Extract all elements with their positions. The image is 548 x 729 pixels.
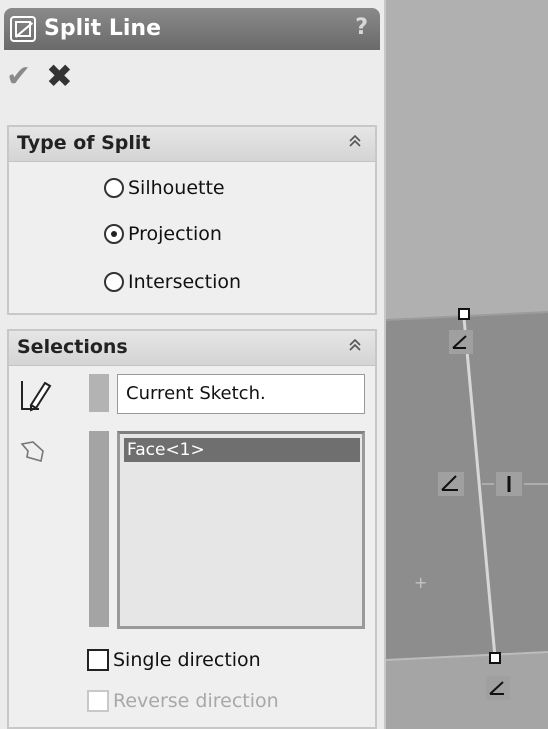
reverse-direction-option: Reverse direction [87,687,279,715]
radio-intersection[interactable]: Intersection [104,267,241,297]
radio-projection[interactable]: Projection [104,219,222,249]
graphics-viewport[interactable]: + [386,0,548,729]
sketch-selection-field[interactable]: Current Sketch. [117,374,365,414]
radio-label: Intersection [128,271,242,293]
radio-button[interactable] [104,224,124,244]
radio-silhouette[interactable]: Silhouette [104,173,225,203]
type-of-split-header[interactable]: Type of Split [9,127,375,162]
sketch-endpoint-bottom[interactable] [489,652,501,664]
sketch-selection-color-swatch [89,374,109,412]
selections-group: Selections Current Sketch. Face<1> Singl… [7,329,377,729]
single-direction-option[interactable]: Single direction [87,646,261,674]
radio-label: Projection [128,223,222,245]
radio-button[interactable] [104,178,124,198]
faces-selection-color-swatch [89,431,109,627]
sketch-pencil-icon [19,377,53,413]
background-region [386,0,548,320]
reverse-direction-label: Reverse direction [113,690,279,712]
collapse-chevron-icon[interactable] [347,337,363,357]
reverse-direction-checkbox [87,690,109,712]
panel-titlebar: Split Line ? [4,8,380,50]
single-direction-checkbox[interactable] [87,649,109,671]
model-canvas[interactable]: + [386,0,548,729]
selections-title: Selections [17,336,128,358]
type-of-split-title: Type of Split [17,132,151,154]
help-icon[interactable]: ? [355,15,368,40]
type-of-split-group: Type of Split Silhouette Projection Inte… [7,125,377,315]
selections-header[interactable]: Selections [9,331,375,366]
sketch-endpoint-top[interactable] [458,308,470,320]
cancel-button[interactable]: ✖ [46,58,73,94]
list-item[interactable]: Face<1> [124,438,360,462]
relation-icon-bottom[interactable] [486,676,510,700]
face-icon [19,439,47,465]
relation-icon-top[interactable] [449,330,473,354]
panel-title: Split Line [44,16,161,41]
ok-button[interactable]: ✔ [6,60,31,94]
relation-icon-mid[interactable] [438,472,464,496]
split-line-icon [10,16,36,42]
property-manager-panel: Split Line ? ✔ ✖ Type of Split Silhouett… [0,0,386,729]
radio-button[interactable] [104,272,124,292]
collapse-chevron-icon[interactable] [347,133,363,153]
faces-selection-list[interactable]: Face<1> [117,431,365,629]
single-direction-label: Single direction [113,649,261,671]
origin-marker: + [414,573,427,592]
radio-label: Silhouette [128,177,225,199]
